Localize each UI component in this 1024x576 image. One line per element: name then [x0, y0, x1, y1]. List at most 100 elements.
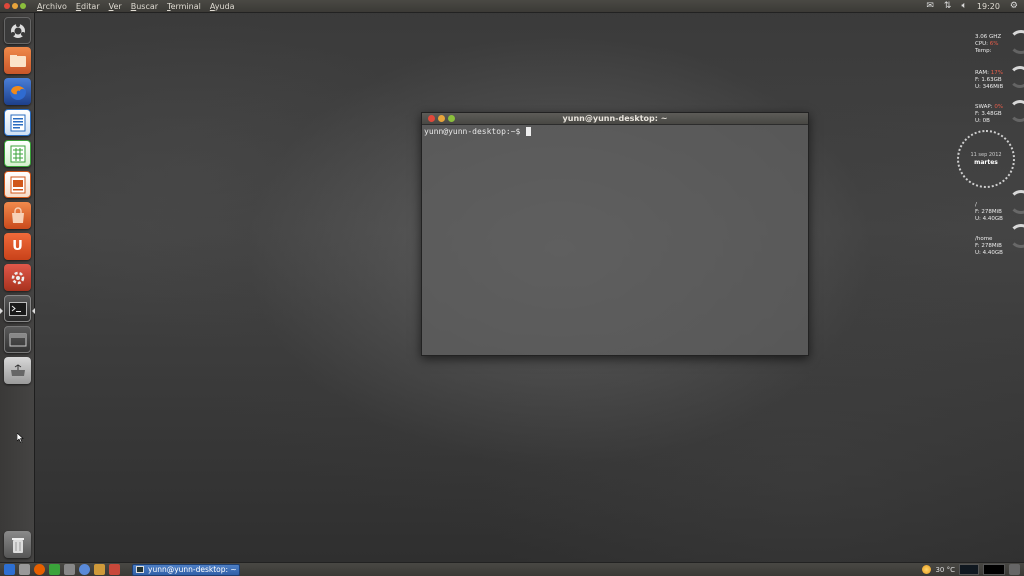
conky-widgets: 3.06 GHZ CPU: 6% Temp: RAM: 17% F: 1.63G… [955, 28, 1024, 268]
swap-label: SWAP: [975, 104, 993, 110]
ram-label: RAM: [975, 70, 989, 76]
menu-terminal[interactable]: Terminal [167, 2, 201, 11]
settings-icon[interactable] [79, 564, 90, 575]
running-indicator [0, 308, 3, 314]
minimize-window-icon[interactable] [12, 3, 18, 9]
bottom-panel: yunn@yunn-desktop: ~ 30 °C [0, 562, 1024, 576]
menu-editar[interactable]: Editar [76, 2, 100, 11]
fs-root-ring [1009, 190, 1024, 214]
launcher-libreoffice-impress[interactable] [4, 171, 31, 198]
unity-launcher: U [0, 13, 35, 562]
workspace-switcher-icon[interactable] [1009, 564, 1020, 575]
ram-ring [1009, 66, 1024, 88]
folder-icon[interactable] [94, 564, 105, 575]
launcher-removable-drive[interactable] [4, 357, 31, 384]
clock-date: 11 sep 2012 [970, 152, 1002, 158]
launcher-software-center[interactable] [4, 202, 31, 229]
ram-free: F: 1.63GB [975, 77, 1002, 83]
text-cursor [526, 127, 532, 136]
cpu-frequency: 3.06 GHZ [975, 34, 1002, 40]
software-icon[interactable] [109, 564, 120, 575]
conky-clock-dial: 11 sep 2012 martes [957, 130, 1015, 188]
taskbar-terminal-label: yunn@yunn-desktop: ~ [148, 565, 237, 574]
menu-ayuda[interactable]: Ayuda [210, 2, 235, 11]
settings-wrench-icon [11, 271, 24, 284]
launcher-firefox[interactable] [4, 78, 31, 105]
gear-icon[interactable]: ⚙ [1010, 1, 1018, 11]
usb-drive-icon [10, 363, 25, 376]
launcher-home-folder[interactable] [4, 47, 31, 74]
bottom-tray: 30 °C [922, 564, 1024, 575]
app-menu: Archivo Editar Ver Buscar Terminal Ayuda [37, 2, 235, 11]
ubuntu-one-icon: U [12, 239, 23, 254]
system-tray: ✉ ⇅ 🔈︎ 19:20 ⚙ [926, 1, 1024, 11]
focused-indicator [32, 308, 35, 314]
clock-indicator[interactable]: 19:20 [977, 2, 1000, 11]
fs-home-ring [1009, 224, 1024, 248]
clock-day: martes [974, 159, 998, 166]
weather-sun-icon[interactable] [922, 565, 932, 574]
trash-icon [11, 537, 24, 553]
fs-home-free: F: 278MiB [975, 243, 1002, 249]
show-desktop-icon[interactable] [19, 564, 30, 575]
impress-icon [10, 176, 25, 193]
temp-label: Temp: [975, 48, 992, 54]
terminal-titlebar[interactable]: yunn@yunn-desktop: ~ [422, 113, 808, 125]
ram-value: 17% [990, 70, 1003, 76]
swap-free: F: 3.48GB [975, 111, 1002, 117]
mail-icon[interactable]: ✉ [926, 1, 934, 11]
launcher-workspace-switcher[interactable] [4, 326, 31, 353]
fs-home-used: U: 4.40GB [975, 250, 1003, 256]
launcher-ubuntu-one[interactable]: U [4, 233, 31, 260]
calc-icon[interactable] [49, 564, 60, 575]
top-panel: Archivo Editar Ver Buscar Terminal Ayuda… [0, 0, 1024, 13]
cpu-graph[interactable] [959, 564, 979, 575]
menu-ver[interactable]: Ver [109, 2, 122, 11]
cpu-ring [1009, 30, 1024, 54]
fs-root-used: U: 4.40GB [975, 216, 1003, 222]
cpu-label: CPU: [975, 41, 989, 47]
volume-icon[interactable]: 🔈︎ [961, 1, 966, 11]
ram-used: U: 346MiB [975, 84, 1004, 90]
launcher-libreoffice-writer[interactable] [4, 109, 31, 136]
weather-temperature[interactable]: 30 °C [935, 566, 955, 574]
firefox-icon[interactable] [34, 564, 45, 575]
swap-widget: SWAP: 0% F: 3.48GB U: 0B [975, 104, 1003, 125]
swap-used: U: 0B [975, 118, 990, 124]
fs-home-widget: /home F: 278MiB U: 4.40GB [975, 236, 1003, 257]
terminal-icon [136, 566, 144, 573]
shopping-bag-icon [11, 206, 24, 223]
mouse-pointer-icon [17, 433, 24, 443]
fs-home-label: /home [975, 236, 993, 242]
ubuntu-logo-icon [10, 22, 25, 38]
cpu-widget: 3.06 GHZ CPU: 6% Temp: [975, 34, 1001, 55]
printer-icon[interactable] [64, 564, 75, 575]
ram-widget: RAM: 17% F: 1.63GB U: 346MiB [975, 70, 1003, 91]
window-controls [0, 3, 34, 9]
swap-value: 0% [994, 104, 1004, 110]
maximize-window-icon[interactable] [20, 3, 26, 9]
launcher-trash[interactable] [4, 531, 31, 558]
terminal-icon [8, 301, 27, 316]
workspace-icon [9, 333, 26, 346]
fs-root-free: F: 278MiB [975, 209, 1002, 215]
folder-icon [9, 54, 26, 67]
terminal-body[interactable]: yunn@yunn-desktop:~$ [422, 125, 808, 138]
network-graph[interactable] [983, 564, 1005, 575]
network-arrows-icon[interactable]: ⇅ [944, 1, 952, 11]
terminal-window[interactable]: yunn@yunn-desktop: ~ yunn@yunn-desktop:~… [421, 112, 809, 356]
terminal-title: yunn@yunn-desktop: ~ [562, 114, 668, 123]
swap-ring [1009, 100, 1024, 122]
fs-root-widget: / F: 278MiB U: 4.40GB [975, 202, 1003, 223]
menu-archivo[interactable]: Archivo [37, 2, 67, 11]
menu-buscar[interactable]: Buscar [131, 2, 158, 11]
app-menu-icon[interactable] [4, 564, 15, 575]
close-window-icon[interactable] [4, 3, 10, 9]
taskbar-terminal-button[interactable]: yunn@yunn-desktop: ~ [132, 563, 240, 576]
launcher-system-settings[interactable] [4, 264, 31, 291]
launcher-dash-home[interactable] [4, 17, 31, 44]
launcher-terminal[interactable] [4, 295, 31, 322]
launcher-libreoffice-calc[interactable] [4, 140, 31, 167]
terminal-prompt: yunn@yunn-desktop:~$ [424, 127, 521, 136]
fs-root-label: / [975, 202, 977, 208]
